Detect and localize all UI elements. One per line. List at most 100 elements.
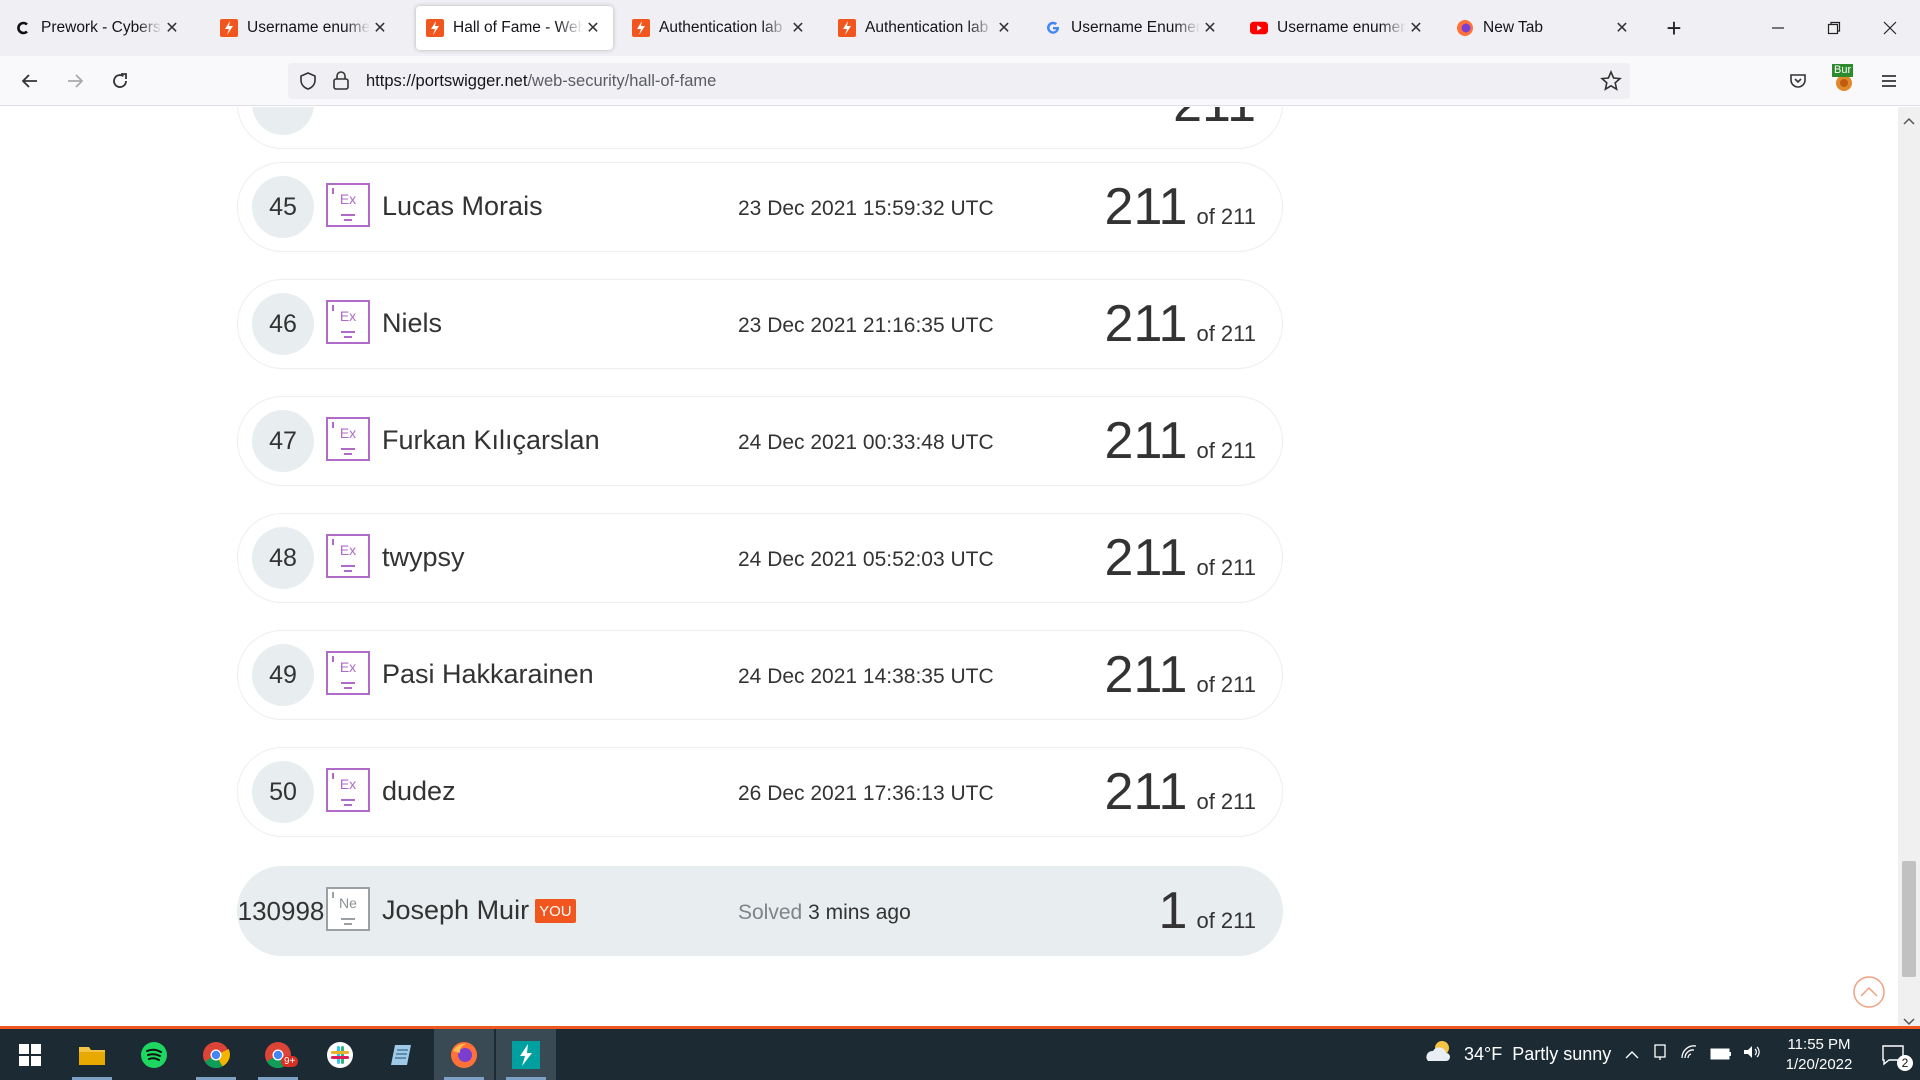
pocket-icon[interactable] — [1782, 65, 1814, 97]
rank-number: 45 — [252, 176, 314, 238]
tab-google-search[interactable]: Username Enumerati ✕ — [1034, 6, 1230, 50]
notification-badge: 9+ — [281, 1056, 299, 1067]
badge-label: Ex — [339, 659, 357, 675]
burp-extension-icon[interactable]: Bur — [1828, 64, 1860, 97]
forward-arrow-icon[interactable] — [59, 65, 91, 97]
close-icon[interactable]: ✕ — [1612, 18, 1632, 38]
hamburger-menu-icon[interactable] — [1873, 65, 1905, 97]
close-icon[interactable]: ✕ — [1200, 18, 1220, 38]
c-favicon-icon — [14, 19, 32, 37]
url-bar[interactable]: https://portswigger.net/web-security/hal… — [288, 63, 1630, 99]
scrollbar-thumb[interactable] — [1902, 861, 1916, 977]
tab-username-enumeration[interactable]: Username enumerati ✕ — [210, 6, 400, 50]
tab-prework[interactable]: Prework - Cybersecu ✕ — [4, 6, 192, 50]
user-name-text: Pasi Hakkarainen — [382, 659, 594, 689]
tab-auth-lab-1[interactable]: Authentication lab u ✕ — [622, 6, 818, 50]
close-icon[interactable]: ✕ — [1406, 18, 1426, 38]
portswigger-favicon-icon — [220, 19, 238, 37]
score-total: of 211 — [1196, 555, 1256, 580]
notification-center-icon[interactable]: 2 — [1866, 1029, 1920, 1080]
notepad-icon[interactable] — [372, 1029, 432, 1080]
slack-icon[interactable] — [310, 1029, 370, 1080]
score-value: 1 — [1158, 882, 1188, 940]
badge-label: Ex — [339, 308, 357, 324]
score: 211 of 211 — [1105, 411, 1256, 471]
score: 211 of 211 — [1105, 645, 1256, 705]
user-name[interactable]: Joseph Muir YOU — [382, 895, 576, 926]
weather-text: Partly sunny — [1512, 1044, 1612, 1064]
completion-date: 24 Dec 2021 14:38:35 UTC — [738, 665, 994, 688]
close-icon[interactable]: ✕ — [583, 18, 603, 38]
lock-icon[interactable] — [332, 71, 350, 96]
tab-strip: Prework - Cybersecu ✕ Username enumerati… — [0, 0, 1920, 56]
user-name[interactable]: Furkan Kılıçarslan — [382, 425, 600, 456]
tab-hall-of-fame[interactable]: Hall of Fame - Web S ✕ — [416, 6, 613, 50]
badge-label: Ex — [339, 425, 357, 441]
file-explorer-icon[interactable] — [62, 1029, 122, 1080]
score-value: 211 — [1104, 178, 1188, 236]
chrome-profile-icon[interactable]: 9+ — [248, 1029, 308, 1080]
firefox-icon[interactable] — [434, 1029, 494, 1080]
extension-badge: Bur — [1832, 64, 1854, 77]
badge-label: Ex — [339, 542, 357, 558]
url-text[interactable]: https://portswigger.net/web-security/hal… — [366, 72, 716, 91]
user-name[interactable]: Lucas Morais — [382, 191, 543, 222]
scroll-to-top-icon[interactable] — [1852, 975, 1886, 1014]
tracking-shield-icon[interactable] — [298, 71, 318, 96]
badge-label: Ne — [339, 895, 357, 911]
clock[interactable]: 11:55 PM 1/20/2022 — [1774, 1029, 1864, 1080]
user-name[interactable]: dudez — [382, 776, 456, 807]
tab-auth-lab-2[interactable]: Authentication lab p ✕ — [828, 6, 1024, 50]
solved-prefix: Solved — [738, 901, 803, 924]
battery-icon[interactable] — [1710, 1044, 1732, 1065]
user-name[interactable]: twypsy — [382, 542, 465, 573]
tray-icons — [1624, 1029, 1762, 1080]
you-badge: YOU — [535, 898, 576, 923]
new-tab-plus-icon[interactable]: + — [1646, 0, 1702, 56]
completion-date: 24 Dec 2021 00:33:48 UTC — [738, 431, 994, 454]
user-name[interactable]: Niels — [382, 308, 442, 339]
device-icon[interactable] — [1652, 1043, 1668, 1066]
score: 211 of 211 — [1105, 528, 1256, 588]
bookmark-star-icon[interactable] — [1600, 69, 1622, 97]
wifi-icon[interactable] — [1680, 1044, 1698, 1065]
completion-date: 26 Dec 2021 17:36:13 UTC — [738, 782, 994, 805]
weather-temp: 34°F — [1464, 1044, 1503, 1064]
score: 211 of 211 — [1105, 294, 1256, 354]
leaderboard-row: 49 Ex Pasi Hakkarainen 24 Dec 2021 14:38:35… — [237, 630, 1283, 720]
rank-circle — [252, 107, 314, 135]
windows-start-icon[interactable] — [0, 1029, 60, 1080]
back-arrow-icon[interactable] — [14, 65, 46, 97]
windows-taskbar: 9+ 34°F Partly sunny 11:55 PM 1/20/2022 … — [0, 1026, 1920, 1080]
score-total: of 211 — [1196, 789, 1256, 814]
minimize-icon[interactable] — [1750, 0, 1806, 56]
user-name[interactable]: Pasi Hakkarainen — [382, 659, 594, 690]
leaderboard-row: 46 Ex Niels 23 Dec 2021 21:16:35 UTC 211 of 2… — [237, 279, 1283, 369]
scroll-up-arrow-icon[interactable] — [1903, 112, 1915, 130]
close-icon[interactable]: ✕ — [370, 18, 390, 38]
page-content: 211 45 Ex Lucas Morais 23 Dec 2021 15:59:32… — [0, 107, 1898, 1026]
score-value: 211 — [1104, 295, 1188, 353]
burp-suite-icon[interactable] — [496, 1029, 556, 1080]
close-icon[interactable]: ✕ — [162, 18, 182, 38]
tab-youtube[interactable]: Username enumerati ✕ — [1240, 6, 1436, 50]
vertical-scrollbar[interactable] — [1898, 107, 1920, 1026]
weather-widget[interactable]: 34°F Partly sunny — [1424, 1029, 1611, 1080]
rank-number: 50 — [252, 761, 314, 823]
volume-icon[interactable] — [1742, 1044, 1762, 1065]
tab-new-tab[interactable]: New Tab ✕ — [1446, 6, 1642, 50]
chevron-up-icon[interactable] — [1624, 1044, 1640, 1065]
spotify-icon[interactable] — [124, 1029, 184, 1080]
navigation-bar: https://portswigger.net/web-security/hal… — [0, 56, 1920, 106]
close-icon[interactable]: ✕ — [788, 18, 808, 38]
close-icon[interactable]: ✕ — [994, 18, 1014, 38]
portswigger-favicon-icon — [632, 19, 650, 37]
score: 1 of 211 — [1159, 881, 1256, 941]
rank-number: 46 — [252, 293, 314, 355]
close-window-icon[interactable] — [1862, 0, 1918, 56]
reload-icon[interactable] — [104, 65, 136, 97]
chrome-icon[interactable] — [186, 1029, 246, 1080]
restore-icon[interactable] — [1806, 0, 1862, 56]
score-value: 211 — [1104, 529, 1188, 587]
clock-date: 1/20/2022 — [1785, 1055, 1853, 1073]
